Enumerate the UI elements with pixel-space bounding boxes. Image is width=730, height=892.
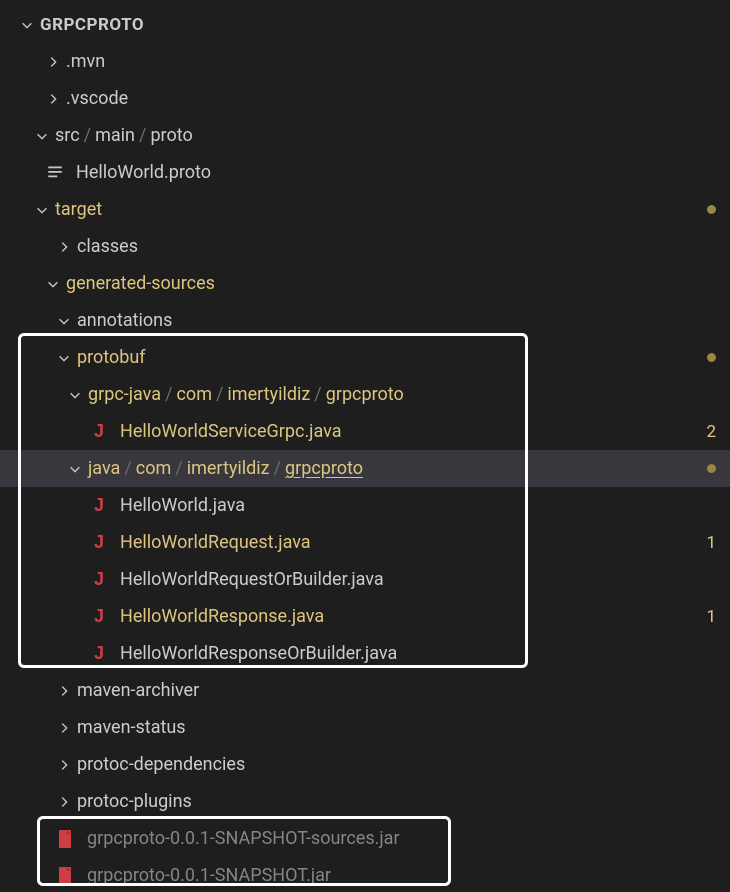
tree-item-grpc-java-path[interactable]: grpc-java/com/imertyildiz/grpcproto [0, 376, 730, 413]
java-file-icon: J [88, 643, 110, 665]
java-file-icon: J [88, 495, 110, 517]
jar-file-icon [55, 865, 77, 887]
chevron-down-icon [18, 16, 36, 34]
item-label: grpcproto-0.0.1-SNAPSHOT.jar [87, 865, 331, 886]
tree-item-helloworld-proto[interactable]: HelloWorld.proto [0, 154, 730, 191]
item-label: HelloWorld.java [120, 495, 245, 516]
item-label: java/com/imertyildiz/grpcproto [88, 458, 363, 479]
tree-item-helloworldrequestorbuilder-java[interactable]: J HelloWorldRequestOrBuilder.java [0, 561, 730, 598]
tree-item-src-main-proto[interactable]: src/main/proto [0, 117, 730, 154]
problems-badge: 2 [706, 422, 716, 442]
item-label: classes [77, 236, 138, 257]
tree-item-maven-status[interactable]: maven-status [0, 709, 730, 746]
chevron-down-icon [44, 275, 62, 293]
tree-item-java-path[interactable]: java/com/imertyildiz/grpcproto [0, 450, 730, 487]
item-label: .mvn [66, 51, 105, 72]
chevron-down-icon [66, 386, 84, 404]
problems-badge: 1 [706, 533, 716, 553]
item-label: HelloWorldRequestOrBuilder.java [120, 569, 384, 590]
modified-dot-icon [707, 205, 716, 214]
item-label: maven-archiver [77, 680, 199, 701]
item-label: target [55, 199, 102, 220]
tree-item-helloworld-java[interactable]: J HelloWorld.java [0, 487, 730, 524]
tree-item-classes[interactable]: classes [0, 228, 730, 265]
item-label: GRPCPROTO [40, 15, 144, 35]
problems-badge: 1 [706, 607, 716, 627]
item-label: .vscode [66, 88, 128, 109]
item-label: protobuf [77, 347, 146, 368]
item-label: src/main/proto [55, 125, 193, 146]
tree-item-helloworldresponseorbuilder-java[interactable]: J HelloWorldResponseOrBuilder.java [0, 635, 730, 672]
file-explorer-tree: GRPCPROTO .mvn .vscode src/main/proto [0, 0, 730, 892]
jar-file-icon [55, 828, 77, 850]
tree-item-jar[interactable]: grpcproto-0.0.1-SNAPSHOT.jar [0, 857, 730, 892]
tree-item-mvn[interactable]: .mvn [0, 43, 730, 80]
item-label: HelloWorldResponseOrBuilder.java [120, 643, 397, 664]
tree-item-root[interactable]: GRPCPROTO [0, 6, 730, 43]
proto-file-icon [44, 162, 66, 184]
java-file-icon: J [88, 606, 110, 628]
item-label: HelloWorld.proto [76, 162, 211, 183]
tree-item-annotations[interactable]: annotations [0, 302, 730, 339]
tree-item-helloworldresponse-java[interactable]: J HelloWorldResponse.java 1 [0, 598, 730, 635]
tree-item-jar-sources[interactable]: grpcproto-0.0.1-SNAPSHOT-sources.jar [0, 820, 730, 857]
item-label: annotations [77, 310, 172, 331]
chevron-right-icon [44, 90, 62, 108]
chevron-down-icon [66, 460, 84, 478]
item-label: generated-sources [66, 273, 215, 294]
java-file-icon: J [88, 421, 110, 443]
tree-item-helloworldrequest-java[interactable]: J HelloWorldRequest.java 1 [0, 524, 730, 561]
item-label: protoc-dependencies [77, 754, 245, 775]
tree-item-vscode[interactable]: .vscode [0, 80, 730, 117]
chevron-down-icon [55, 312, 73, 330]
tree-item-generated-sources[interactable]: generated-sources [0, 265, 730, 302]
item-label: protoc-plugins [77, 791, 192, 812]
tree-item-protobuf[interactable]: protobuf [0, 339, 730, 376]
item-label: HelloWorldServiceGrpc.java [120, 421, 342, 442]
item-label: grpc-java/com/imertyildiz/grpcproto [88, 384, 404, 405]
chevron-right-icon [55, 719, 73, 737]
chevron-down-icon [33, 201, 51, 219]
item-label: HelloWorldRequest.java [120, 532, 311, 553]
chevron-right-icon [44, 53, 62, 71]
modified-dot-icon [707, 353, 716, 362]
chevron-right-icon [55, 793, 73, 811]
item-label: maven-status [77, 717, 186, 738]
chevron-right-icon [55, 238, 73, 256]
chevron-down-icon [33, 127, 51, 145]
tree-item-protoc-dependencies[interactable]: protoc-dependencies [0, 746, 730, 783]
chevron-right-icon [55, 682, 73, 700]
java-file-icon: J [88, 569, 110, 591]
item-label: grpcproto-0.0.1-SNAPSHOT-sources.jar [87, 828, 400, 849]
tree-item-helloworldservicegrpc[interactable]: J HelloWorldServiceGrpc.java 2 [0, 413, 730, 450]
chevron-down-icon [55, 349, 73, 367]
chevron-right-icon [55, 756, 73, 774]
java-file-icon: J [88, 532, 110, 554]
tree-item-target[interactable]: target [0, 191, 730, 228]
tree-item-maven-archiver[interactable]: maven-archiver [0, 672, 730, 709]
modified-dot-icon [707, 464, 716, 473]
tree-item-protoc-plugins[interactable]: protoc-plugins [0, 783, 730, 820]
item-label: HelloWorldResponse.java [120, 606, 324, 627]
